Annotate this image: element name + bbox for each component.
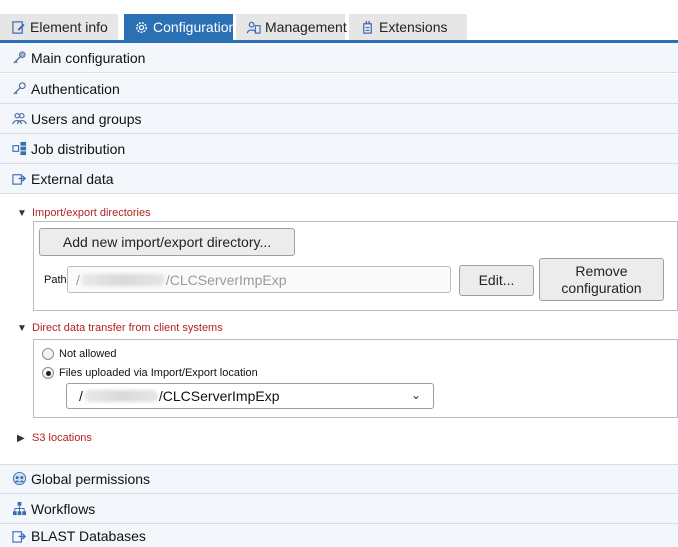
tab-label: Element info [30,19,108,35]
servers-icon [12,141,28,157]
tab-configuration[interactable]: Configuration [124,14,237,40]
radio-label: Not allowed [59,348,117,360]
database-icon [12,528,28,544]
users-icon [246,19,261,35]
tab-label: Management [265,19,347,35]
tab-label: Configuration [153,19,237,35]
radio-not-allowed[interactable]: Not allowed [42,348,116,360]
key-icon [12,81,28,97]
radio-label: Files uploaded via Import/Export locatio… [59,367,258,379]
expanded-triangle-icon: ▼ [17,207,27,219]
gear-icon [134,19,149,35]
edit-button[interactable]: Edit... [459,265,534,296]
redacted-path-segment [80,273,165,286]
edit-icon [10,19,26,35]
button-label: Edit... [478,272,515,289]
group-heading: S3 locations [32,432,92,444]
section-job-distribution[interactable]: Job distribution [0,134,678,164]
import-export-directories-toggle[interactable]: ▼ Import/export directories [17,206,151,220]
export-icon [12,171,28,187]
expanded-triangle-icon: ▼ [17,322,27,334]
section-label: Authentication [31,80,120,97]
collapsed-triangle-icon: ▶ [17,432,25,444]
path-prefix: / [76,271,80,288]
redacted-path-segment [83,390,158,402]
group-heading: Direct data transfer from client systems [32,322,223,334]
group-heading: Import/export directories [32,207,151,219]
section-label: Main configuration [31,49,146,66]
section-label: Job distribution [31,140,126,157]
select-suffix: /CLCServerImpExp [158,388,280,404]
tab-label: Extensions [379,19,448,35]
tab-bar: Element info Configuration Management Ex… [0,0,678,43]
section-authentication[interactable]: Authentication [0,74,678,104]
radio-button-selected[interactable] [42,367,54,379]
section-blast-databases[interactable]: BLAST Databases [0,524,678,547]
import-export-location-select[interactable]: / /CLCServerImpExp ⌄ [66,383,434,409]
section-main-configuration[interactable]: Main configuration [0,43,678,73]
radio-button[interactable] [42,348,54,360]
tab-extensions[interactable]: Extensions [349,14,467,40]
tab-element-info[interactable]: Element info [0,14,118,40]
tab-management[interactable]: Management [236,14,347,40]
section-users-and-groups[interactable]: Users and groups [0,104,678,134]
key-icon [12,50,28,66]
s3-locations-toggle[interactable]: ▶ S3 locations [17,431,92,445]
permissions-icon [12,471,28,487]
add-import-export-directory-button[interactable]: Add new import/export directory... [39,228,295,256]
section-external-data[interactable]: External data [0,164,678,194]
section-label: Users and groups [31,110,142,127]
radio-files-uploaded[interactable]: Files uploaded via Import/Export locatio… [42,367,258,379]
button-label-line1: Remove [575,263,628,280]
section-label: BLAST Databases [31,527,146,544]
workflow-icon [12,501,28,517]
path-field[interactable]: / /CLCServerImpExp [67,266,451,293]
direct-data-transfer-toggle[interactable]: ▼ Direct data transfer from client syste… [17,321,223,335]
remove-configuration-button[interactable]: Remove configuration [539,258,664,301]
button-label-line2: configuration [561,279,642,296]
users-icon [12,111,28,127]
section-label: External data [31,170,114,187]
button-label: Add new import/export directory... [62,233,272,250]
path-suffix: /CLCServerImpExp [165,271,287,288]
section-label: Global permissions [31,471,151,487]
section-label: Workflows [31,500,96,517]
path-label: Path [44,274,67,286]
chevron-down-icon: ⌄ [410,388,421,402]
select-prefix: / [79,388,83,404]
section-global-permissions[interactable]: Global permissions [0,464,678,494]
plugin-icon [359,19,375,35]
section-workflows[interactable]: Workflows [0,494,678,524]
